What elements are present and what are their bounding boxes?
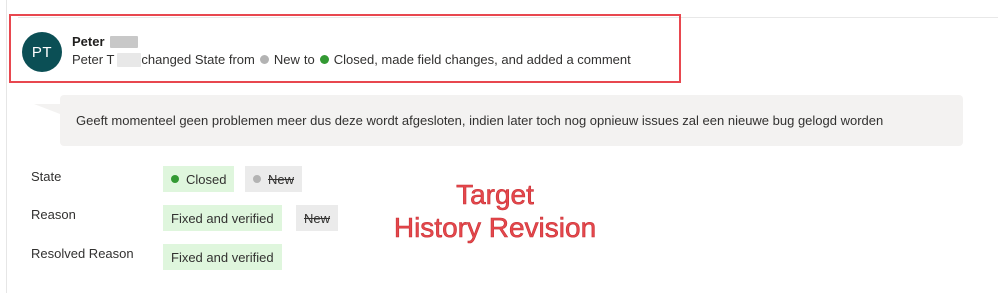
left-divider — [6, 0, 7, 293]
field-label-resolved-reason: Resolved Reason — [31, 246, 134, 261]
field-label-reason: Reason — [31, 207, 76, 222]
field-reason-old-value: New — [296, 205, 339, 231]
comment-bubble: Geeft momenteel geen problemen meer dus … — [60, 95, 963, 146]
annotation-line-2: History Revision — [393, 212, 597, 244]
field-state-old-value: New — [245, 166, 303, 192]
field-reason-old-text: New — [304, 210, 331, 226]
field-reason-new-value: Fixed and verified — [163, 205, 282, 231]
field-resolved-reason-new-text: Fixed and verified — [171, 249, 274, 265]
state-closed-dot-icon — [171, 175, 179, 183]
field-label-state: State — [31, 169, 62, 184]
state-new-dot-icon — [253, 175, 261, 183]
field-state-new-text: Closed — [186, 171, 227, 187]
comment-bubble-tail — [34, 104, 60, 114]
annotation-label: Target History Revision — [380, 178, 610, 244]
field-state-old-text: New — [268, 171, 295, 187]
field-resolved-reason-new-value: Fixed and verified — [163, 244, 282, 270]
comment-text: Geeft momenteel geen problemen meer dus … — [76, 113, 884, 128]
field-state-new-value: Closed — [163, 166, 235, 192]
field-reason-new-text: Fixed and verified — [171, 210, 274, 226]
annotation-line-1: Target — [456, 179, 534, 211]
highlight-annotation-box — [9, 14, 681, 83]
